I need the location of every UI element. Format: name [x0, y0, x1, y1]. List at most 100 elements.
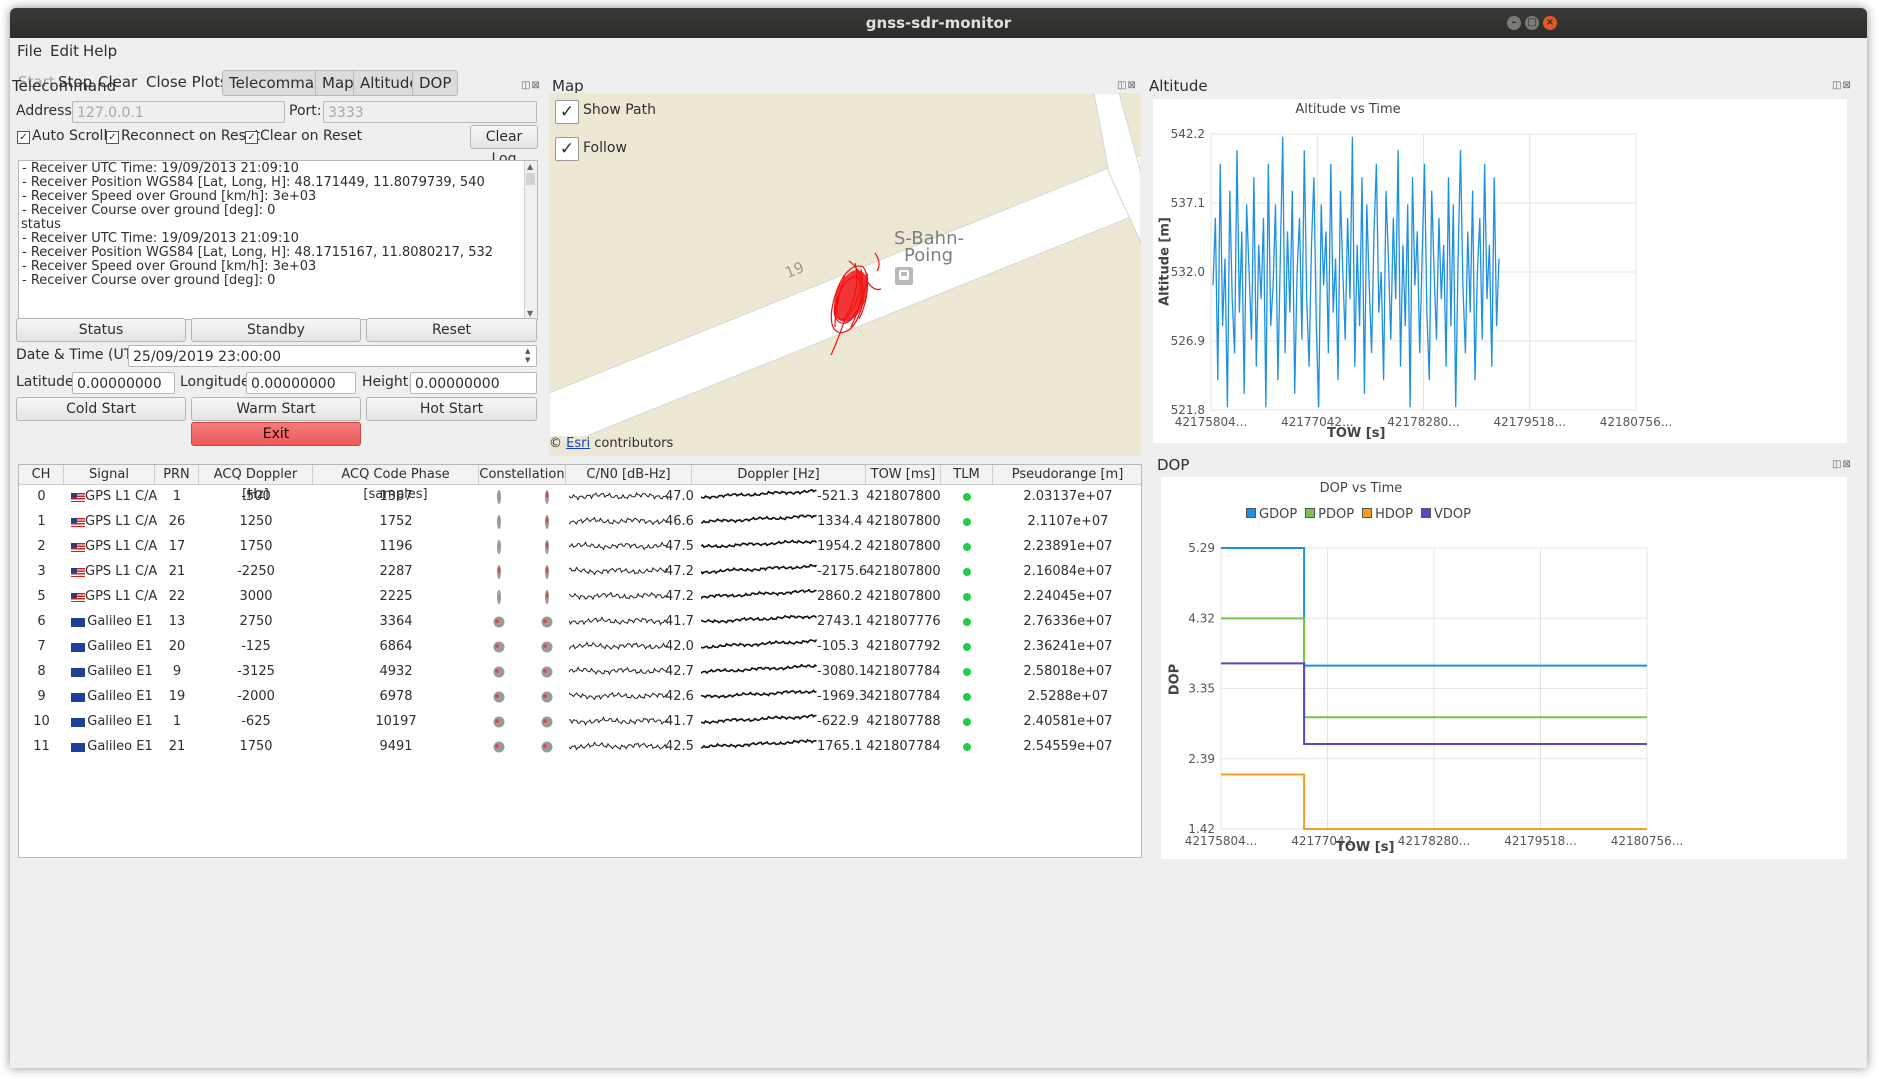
acq-doppler-cell: -2250 — [237, 564, 275, 579]
column-header[interactable]: CH — [19, 465, 64, 485]
close-plots-button[interactable]: Close Plots — [140, 70, 234, 94]
clear-log-button[interactable]: Clear Log — [470, 125, 538, 167]
x-tick-label: 42175804... — [1175, 415, 1248, 429]
constellation-plot — [545, 490, 549, 504]
standby-button[interactable]: Standby — [191, 318, 361, 342]
constellation-plot — [545, 540, 549, 554]
x-tick-label: 42180756... — [1600, 415, 1673, 429]
channel-table[interactable]: CH Signal PRN ACQ Doppler [Hz] ACQ Code Phas… — [18, 464, 1142, 858]
table-row[interactable]: 8 Galileo E1 9 -3125 4932 42.7 -3080.1 42180778… — [19, 660, 1141, 685]
menu-file[interactable]: File — [17, 42, 42, 60]
column-header[interactable]: C/N0 [dB-Hz] — [566, 465, 692, 485]
signal-cell: Galileo E1 — [87, 714, 153, 729]
minimize-icon[interactable]: – — [1507, 16, 1521, 30]
maximize-icon[interactable]: □ — [1525, 16, 1539, 30]
scroll-up-icon[interactable]: ▲ — [527, 162, 533, 171]
code-phase-cell: 6864 — [379, 639, 413, 654]
table-row[interactable]: 7 Galileo E1 20 -125 6864 42.0 -105.3 421807792… — [19, 635, 1141, 660]
datetime-field[interactable]: 25/09/2019 23:00:00 — [128, 345, 537, 367]
cn0-sparkline — [569, 591, 669, 601]
menu-help[interactable]: Help — [83, 42, 117, 60]
column-header[interactable]: PRN — [155, 465, 199, 485]
app-window: gnss-sdr-monitor – □ × File Edit Help St… — [10, 8, 1867, 1068]
signal-cell: GPS L1 C/A — [85, 564, 158, 579]
exit-button[interactable]: Exit — [191, 422, 361, 446]
port-field[interactable]: 3333 — [323, 101, 537, 123]
doppler-value: -1969.3 — [817, 689, 868, 704]
column-header[interactable]: Signal — [64, 465, 155, 485]
table-row[interactable]: 6 Galileo E1 13 2750 3364 41.7 2743.1 421807776… — [19, 610, 1141, 635]
acq-doppler-cell: -625 — [241, 714, 271, 729]
table-row[interactable]: 11 Galileo E1 21 1750 9491 42.5 1765.1 42180778… — [19, 735, 1141, 760]
y-tick-label: 526.9 — [1171, 334, 1205, 348]
cold-start-button[interactable]: Cold Start — [16, 397, 186, 421]
altitude-chart[interactable]: Altitude vs Time 542.2 537.1 532.0 526.9 521… — [1153, 99, 1847, 443]
code-phase-cell: 2287 — [379, 564, 413, 579]
constellation-plot — [541, 716, 553, 728]
esri-link[interactable]: Esri — [566, 436, 590, 451]
column-header[interactable]: Doppler [Hz] — [692, 465, 866, 485]
close-icon[interactable]: × — [1543, 16, 1557, 30]
column-header[interactable]: TOW [ms] — [866, 465, 941, 485]
table-row[interactable]: 1 GPS L1 C/A 26 1250 1752 46.6 1334.4 421807800… — [19, 510, 1141, 535]
tlm-status-icon — [963, 493, 971, 501]
latitude-field[interactable]: 0.00000000 — [72, 372, 175, 394]
log-line: - Receiver UTC Time: 19/09/2013 21:09:10 — [22, 161, 299, 176]
map-attribution: © Esri contributors — [549, 436, 674, 451]
hot-start-button[interactable]: Hot Start — [366, 397, 537, 421]
table-row[interactable]: 9 Galileo E1 19 -2000 6978 42.6 -1969.3 4218077… — [19, 685, 1141, 710]
code-phase-cell: 10197 — [375, 714, 417, 729]
prn-cell: 26 — [168, 514, 186, 529]
column-header[interactable]: TLM — [941, 465, 993, 485]
prn-cell: 17 — [168, 539, 186, 554]
dop-toggle[interactable]: DOP — [412, 70, 459, 96]
dop-chart[interactable]: DOP vs Time GDOP PDOP HDOP VDOP 5.29 4.32 3.3… — [1161, 477, 1847, 859]
log-view[interactable]: - Receiver UTC Time: 19/09/2013 21:09:10… — [18, 160, 538, 320]
column-header[interactable]: ACQ Code Phase [samples] — [313, 465, 479, 502]
eu-flag-icon — [71, 718, 85, 727]
table-row[interactable]: 3 GPS L1 C/A 21 -2250 2287 47.2 -2175.6 4218078… — [19, 560, 1141, 585]
reconnect-checkbox[interactable]: ✓ — [106, 131, 119, 144]
telecommand-dock-buttons-icon[interactable]: ◫⊠ — [521, 80, 541, 91]
datetime-spin-icon[interactable]: ▲ ▼ — [525, 347, 530, 365]
longitude-field[interactable]: 0.00000000 — [246, 372, 356, 394]
follow-checkbox[interactable]: ✓ — [555, 137, 579, 161]
table-row[interactable]: 0 GPS L1 C/A 1 -500 1367 47.0 -521.3 421807800 2… — [19, 485, 1141, 510]
auto-scroll-label: Auto Scroll — [32, 128, 108, 144]
status-button[interactable]: Status — [16, 318, 186, 342]
column-header[interactable]: Pseudorange [m] — [993, 465, 1141, 485]
reset-button[interactable]: Reset — [366, 318, 537, 342]
altitude-dock-title: Altitude — [1149, 77, 1208, 95]
doppler-line — [701, 639, 817, 650]
menu-edit[interactable]: Edit — [50, 42, 79, 60]
usa-flag-icon — [71, 493, 85, 502]
cn0-line — [569, 516, 669, 526]
prn-cell: 22 — [168, 589, 186, 604]
auto-scroll-checkbox[interactable]: ✓ — [17, 131, 30, 144]
address-field[interactable]: 127.0.0.1 — [72, 101, 285, 123]
tlm-status-icon — [963, 568, 971, 576]
column-header[interactable]: Constellation — [479, 465, 566, 485]
map-view[interactable]: 19 S-Bahn- Poing ✓ Show Path ✓ Follow © … — [549, 93, 1141, 456]
show-path-checkbox[interactable]: ✓ — [555, 100, 579, 124]
constellation-plot — [545, 565, 549, 579]
height-field[interactable]: 0.00000000 — [410, 372, 537, 394]
cn0-sparkline — [569, 516, 669, 526]
altitude-dock-buttons-icon[interactable]: ◫⊠ — [1832, 80, 1852, 91]
clear-on-reset-checkbox[interactable]: ✓ — [245, 131, 258, 144]
dop-dock-buttons-icon[interactable]: ◫⊠ — [1832, 459, 1852, 470]
constellation-plot — [493, 716, 505, 728]
map-dock-buttons-icon[interactable]: ◫⊠ — [1117, 80, 1137, 91]
code-phase-cell: 1367 — [379, 489, 413, 504]
iq-point — [497, 567, 501, 573]
warm-start-button[interactable]: Warm Start — [191, 397, 361, 421]
table-row[interactable]: 5 GPS L1 C/A 22 3000 2225 47.2 2860.2 421807800… — [19, 585, 1141, 610]
column-header[interactable]: ACQ Doppler [Hz] — [199, 465, 313, 502]
scroll-down-icon[interactable]: ▼ — [527, 309, 533, 318]
scroll-thumb[interactable] — [526, 173, 535, 185]
table-row[interactable]: 2 GPS L1 C/A 17 1750 1196 47.5 1954.2 421807800… — [19, 535, 1141, 560]
telecommand-dock-title: Telecommand — [12, 77, 117, 95]
doppler-sparkline — [701, 739, 817, 749]
table-row[interactable]: 10 Galileo E1 1 -625 10197 41.7 -622.9 42180778… — [19, 710, 1141, 735]
log-scrollbar[interactable]: ▲ ▼ — [524, 161, 537, 319]
